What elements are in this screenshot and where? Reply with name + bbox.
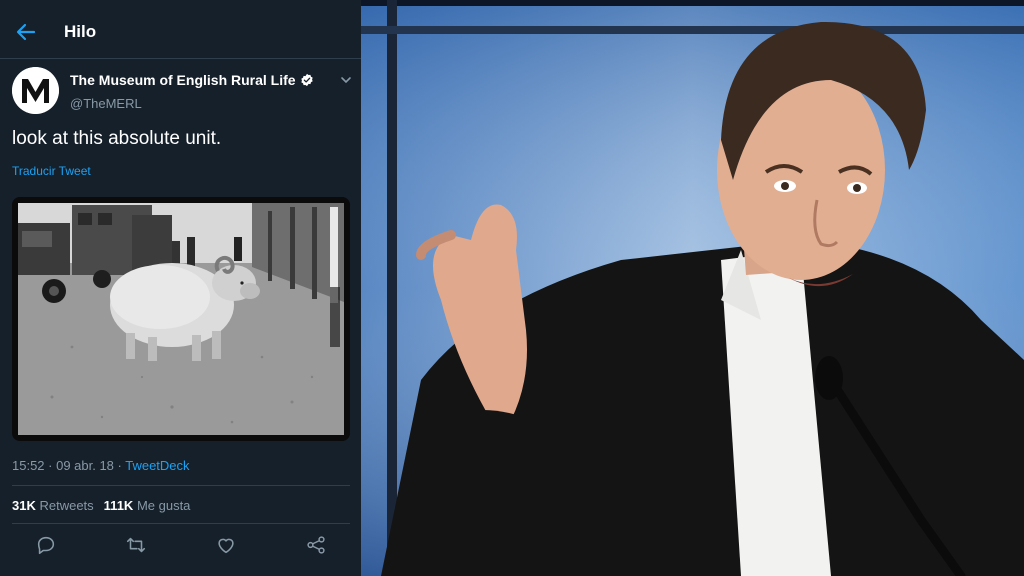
speaker-photo [361,0,1024,576]
meta-divider [12,485,350,486]
account-name-row[interactable]: The Museum of English Rural Life [70,72,314,88]
tweet-action-bar [0,530,361,560]
likes-stat[interactable]: 111K Me gusta [104,498,191,513]
retweets-stat[interactable]: 31K Retweets [12,498,94,513]
translate-link[interactable]: Traducir Tweet [12,164,91,178]
account-handle[interactable]: @TheMERL [70,96,142,111]
stats-divider [12,523,350,524]
page-title: Hilo [64,22,97,41]
share-icon[interactable] [305,534,327,556]
arrow-left-icon[interactable] [14,20,38,44]
speaker-illustration [361,0,1024,576]
header-divider [0,58,361,59]
tweet-stats: 31K Retweets 111K Me gusta [12,498,190,513]
reply-icon[interactable] [35,534,57,556]
tweet-media-image[interactable] [12,197,350,441]
heart-icon[interactable] [215,534,237,556]
twitter-thread-panel: Hilo The Museum of English Rural Life @T… [0,0,361,576]
tweet-text: look at this absolute unit. [12,128,222,149]
retweet-icon[interactable] [125,534,147,556]
client-link[interactable]: TweetDeck [125,458,189,473]
merl-logo [12,67,59,114]
timestamp-text: 15:52 · 09 abr. 18 · [12,458,126,473]
tweet-timestamp: 15:52 · 09 abr. 18 · TweetDeck [12,458,190,473]
verified-badge-icon [300,73,313,87]
likes-label: Me gusta [133,498,191,513]
avatar[interactable] [12,67,59,114]
chevron-down-icon[interactable] [340,74,352,86]
retweets-label: Retweets [35,498,94,513]
retweets-count: 31K [12,498,36,513]
likes-count: 111K [103,498,134,513]
account-name[interactable]: The Museum of English Rural Life [70,72,296,88]
top-bar: Hilo [0,0,361,64]
ram-photo [12,197,350,441]
